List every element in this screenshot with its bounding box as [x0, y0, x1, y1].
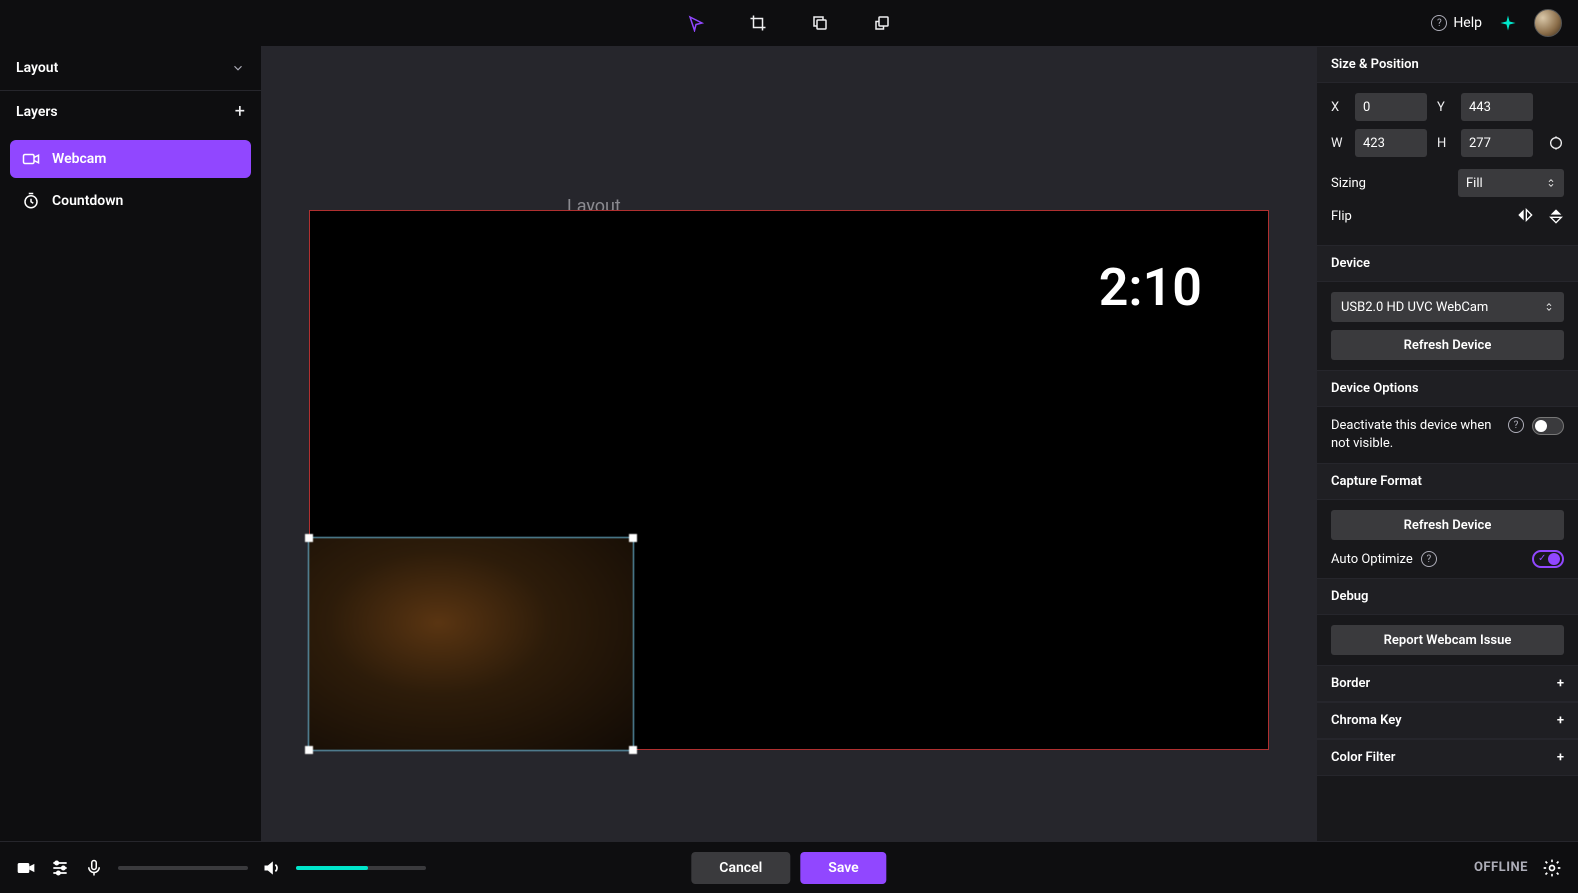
chevron-down-icon — [231, 61, 245, 75]
cancel-button[interactable]: Cancel — [691, 852, 790, 884]
help-button[interactable]: ? Help — [1431, 15, 1482, 31]
copy-tool-icon[interactable] — [810, 13, 830, 33]
y-label: Y — [1437, 100, 1451, 115]
status-text: OFFLINE — [1474, 860, 1528, 875]
gear-icon[interactable] — [1542, 858, 1562, 878]
mic-volume-slider[interactable] — [118, 866, 248, 870]
avatar[interactable] — [1534, 9, 1562, 37]
help-icon[interactable]: ? — [1421, 551, 1437, 567]
color-filter-label: Color Filter — [1331, 750, 1395, 765]
layers-header: Layers + — [0, 91, 261, 132]
section-color-filter[interactable]: Color Filter + — [1317, 739, 1578, 776]
layer-item-countdown[interactable]: Countdown — [10, 182, 251, 220]
canvas-area: Layout 2:10 — [262, 46, 1316, 841]
section-debug: Debug — [1317, 578, 1578, 615]
help-icon[interactable]: ? — [1508, 417, 1524, 433]
layer-label: Countdown — [52, 193, 123, 209]
refresh-device-button-2[interactable]: Refresh Device — [1331, 510, 1564, 540]
plus-icon: + — [1557, 713, 1564, 728]
timer-icon — [22, 192, 40, 210]
flip-vertical-icon[interactable] — [1548, 207, 1564, 225]
layout-section-header[interactable]: Layout — [0, 46, 261, 90]
flip-label: Flip — [1331, 209, 1352, 224]
camera-icon[interactable] — [16, 858, 36, 878]
add-layer-button[interactable]: + — [235, 101, 245, 122]
mic-icon[interactable] — [84, 858, 104, 878]
x-label: X — [1331, 100, 1345, 115]
deactivate-label: Deactivate this device when not visible. — [1331, 417, 1500, 453]
resize-handle-br[interactable] — [629, 746, 637, 754]
h-input[interactable] — [1461, 129, 1533, 157]
section-chroma-key[interactable]: Chroma Key + — [1317, 702, 1578, 739]
sizing-select[interactable]: Fill — [1458, 169, 1564, 197]
y-input[interactable] — [1461, 93, 1533, 121]
camera-icon — [22, 150, 40, 168]
layers-tool-icon[interactable] — [872, 13, 892, 33]
auto-optimize-toggle[interactable]: ✓ — [1532, 550, 1564, 568]
deactivate-toggle[interactable] — [1532, 417, 1564, 435]
layer-label: Webcam — [52, 151, 106, 167]
w-label: W — [1331, 136, 1345, 151]
auto-optimize-label: Auto Optimize — [1331, 552, 1413, 567]
save-button[interactable]: Save — [800, 852, 886, 884]
countdown-text: 2:10 — [1099, 257, 1202, 318]
link-dimensions-icon[interactable] — [1548, 135, 1564, 151]
crop-tool-icon[interactable] — [748, 13, 768, 33]
right-panel: Size & Position X Y W H — [1316, 46, 1578, 841]
layer-item-webcam[interactable]: Webcam — [10, 140, 251, 178]
left-sidebar: Layout Layers + Webcam — [0, 46, 262, 841]
section-border[interactable]: Border + — [1317, 665, 1578, 702]
resize-handle-tr[interactable] — [629, 534, 637, 542]
device-selected: USB2.0 HD UVC WebCam — [1341, 300, 1488, 315]
help-icon: ? — [1431, 15, 1447, 31]
section-capture-format: Capture Format — [1317, 463, 1578, 500]
section-device: Device — [1317, 245, 1578, 282]
section-device-options: Device Options — [1317, 370, 1578, 407]
resize-handle-tl[interactable] — [305, 534, 313, 542]
help-label: Help — [1453, 15, 1482, 31]
cursor-tool-icon[interactable] — [686, 13, 706, 33]
border-label: Border — [1331, 676, 1370, 691]
speaker-volume-slider[interactable] — [296, 866, 426, 870]
layout-label: Layout — [16, 60, 58, 76]
plus-icon: + — [1557, 676, 1564, 691]
webcam-preview[interactable] — [308, 537, 634, 751]
w-input[interactable] — [1355, 129, 1427, 157]
stage[interactable]: 2:10 — [309, 210, 1269, 750]
sparkle-icon[interactable] — [1498, 13, 1518, 33]
sizing-value: Fill — [1466, 176, 1483, 191]
x-input[interactable] — [1355, 93, 1427, 121]
refresh-device-button[interactable]: Refresh Device — [1331, 330, 1564, 360]
bottom-bar: Cancel Save OFFLINE — [0, 841, 1578, 893]
chroma-key-label: Chroma Key — [1331, 713, 1402, 728]
report-issue-button[interactable]: Report Webcam Issue — [1331, 625, 1564, 655]
device-select[interactable]: USB2.0 HD UVC WebCam — [1331, 292, 1564, 322]
layer-list: Webcam Countdown — [0, 132, 261, 232]
resize-handle-bl[interactable] — [305, 746, 313, 754]
flip-horizontal-icon[interactable] — [1516, 207, 1534, 225]
top-tools — [686, 13, 892, 33]
sizing-label: Sizing — [1331, 176, 1366, 191]
section-size-position: Size & Position — [1317, 46, 1578, 83]
h-label: H — [1437, 136, 1451, 151]
settings-sliders-icon[interactable] — [50, 858, 70, 878]
layers-label: Layers — [16, 104, 58, 120]
top-bar: ? Help — [0, 0, 1578, 46]
speaker-icon[interactable] — [262, 858, 282, 878]
plus-icon: + — [1557, 750, 1564, 765]
